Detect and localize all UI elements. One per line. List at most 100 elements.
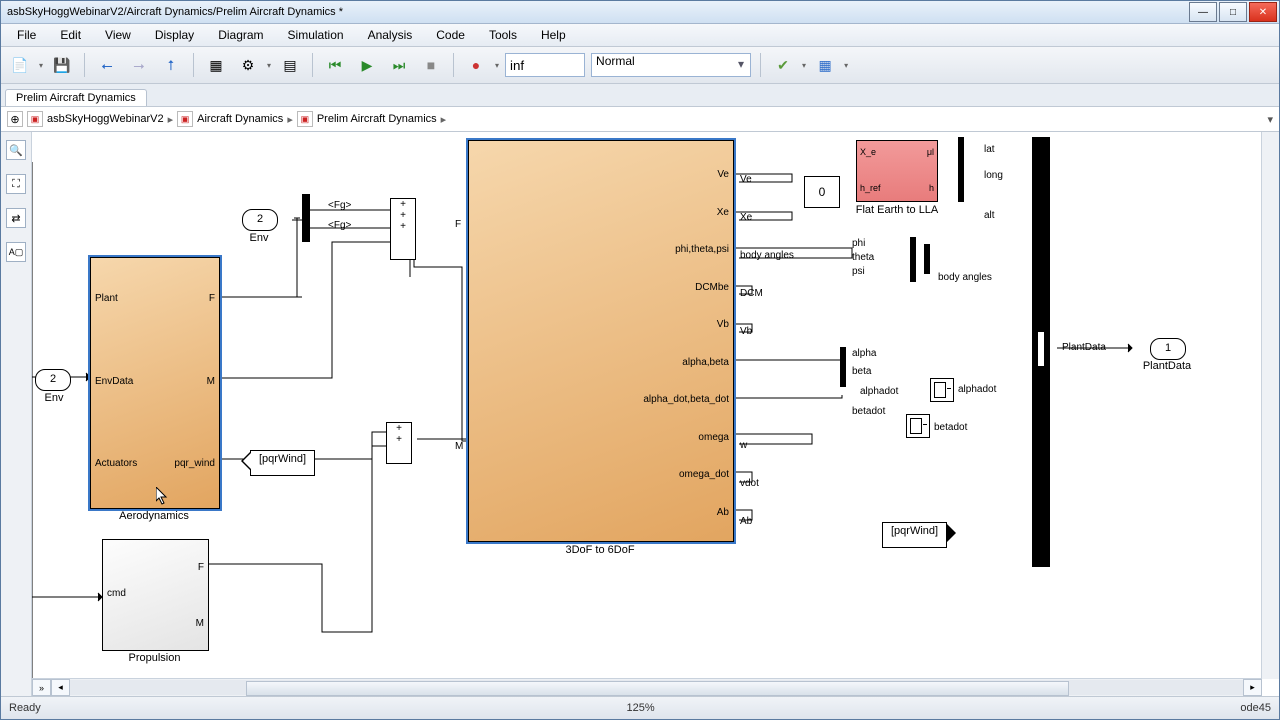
block-flat-earth-lla[interactable]: X_e h_ref μl h [856, 140, 938, 202]
library-browser-button[interactable]: ▦ [203, 52, 229, 78]
horizontal-scrollbar[interactable]: » ◂ ▸ [32, 678, 1262, 696]
menu-tools[interactable]: Tools [479, 26, 527, 44]
menu-simulation[interactable]: Simulation [278, 26, 354, 44]
record-button[interactable]: ● [463, 52, 489, 78]
window-buttons: — □ ✕ [1189, 2, 1277, 22]
breadcrumb-bar: ⊕ ▣ asbSkyHoggWebinarV2 ▸ ▣ Aircraft Dyn… [1, 107, 1279, 132]
menu-edit[interactable]: Edit [50, 26, 91, 44]
aero-in-envdata: EnvData [95, 376, 133, 387]
bus-label-ab: Ab [740, 516, 752, 527]
model-config-button[interactable]: ⚙ [235, 52, 261, 78]
breadcrumb-2[interactable]: Prelim Aircraft Dynamics [317, 113, 437, 125]
bus-selector-fg[interactable] [302, 194, 310, 242]
fit-view-button[interactable]: ⛶ [6, 174, 26, 194]
hide-nav-button[interactable]: ⊕ [7, 111, 23, 127]
tab-strip: Prelim Aircraft Dynamics [1, 84, 1279, 107]
selector-betadot[interactable] [906, 414, 930, 438]
close-button[interactable]: ✕ [1249, 2, 1277, 22]
inport-2-dup[interactable]: 2 [242, 209, 278, 231]
step-back-button[interactable]: ⏮ [322, 52, 348, 78]
sum-moments[interactable]: ++ [386, 422, 412, 464]
ang-out-label: body angles [938, 272, 992, 283]
build-button[interactable]: ▦ [812, 52, 838, 78]
menu-view[interactable]: View [95, 26, 141, 44]
inport-number: 2 [257, 213, 263, 225]
fe-out-h: h [929, 183, 934, 193]
zoom-tool-button[interactable]: 🔍 [6, 140, 26, 160]
update-diagram-button[interactable]: ✔ [770, 52, 796, 78]
selector-alphadot[interactable] [930, 378, 954, 402]
aero-in-actuators: Actuators [95, 458, 137, 469]
scroll-thumb[interactable] [246, 681, 1069, 696]
save-button[interactable]: 💾 [49, 52, 75, 78]
menu-analysis[interactable]: Analysis [358, 26, 423, 44]
3dof-out-ab2: Ab [717, 507, 729, 518]
model-explorer-button[interactable]: ▤ [277, 52, 303, 78]
bus-creator-slot [1038, 332, 1044, 366]
model-tab[interactable]: Prelim Aircraft Dynamics [5, 89, 147, 106]
run-button[interactable]: ▶ [354, 52, 380, 78]
step-forward-button[interactable]: ⏭ [386, 52, 412, 78]
demux-alphabeta[interactable] [840, 347, 846, 387]
sim-mode-select[interactable]: Normal [591, 53, 751, 77]
new-model-button[interactable]: 📄 [7, 52, 33, 78]
from-pqrwind[interactable]: [pqrWind] [250, 450, 315, 476]
goto-pqrwind[interactable]: [pqrWind] [882, 522, 947, 548]
forward-button[interactable]: ⭢ [126, 52, 152, 78]
scroll-left-button[interactable]: ◂ [51, 679, 70, 696]
annotation-button[interactable]: A▢ [6, 242, 26, 262]
scroll-right-button[interactable]: ▸ [1243, 679, 1262, 696]
block-3dof-6dof[interactable]: F M Ve Xe phi,theta,psi DCMbe Vb alpha,b… [468, 140, 734, 542]
constant-zero[interactable]: 0 [804, 176, 840, 208]
inport-env[interactable]: 2 [35, 369, 71, 391]
block-propulsion[interactable]: cmd F M [102, 539, 209, 651]
menu-code[interactable]: Code [426, 26, 475, 44]
outport-plantdata[interactable]: 1 [1150, 338, 1186, 360]
ang-psi: psi [852, 266, 865, 277]
separator [193, 53, 194, 77]
fg-label-1: <Fg> [328, 200, 351, 211]
demux-lla[interactable] [958, 137, 964, 202]
bus-label-ve: Ve [740, 174, 752, 185]
goto-tag-label: [pqrWind] [891, 525, 938, 537]
sum-forces[interactable]: +++ [390, 198, 416, 260]
alphadot-in-label: alphadot [860, 386, 898, 397]
prop-in-cmd: cmd [107, 588, 126, 599]
mux-angles-in[interactable] [910, 237, 916, 282]
breadcrumb-1[interactable]: Aircraft Dynamics [197, 113, 283, 125]
menu-help[interactable]: Help [531, 26, 576, 44]
menu-display[interactable]: Display [145, 26, 204, 44]
maximize-button[interactable]: □ [1219, 2, 1247, 22]
back-button[interactable]: ⭠ [94, 52, 120, 78]
alpha-label: alpha [852, 348, 876, 359]
fe-in-xe: X_e [860, 147, 876, 157]
beta-label: beta [852, 366, 871, 377]
breadcrumb-root[interactable]: asbSkyHoggWebinarV2 [47, 113, 164, 125]
betadot-out-label: betadot [934, 422, 967, 433]
sample-time-button[interactable]: ⇄ [6, 208, 26, 228]
canvas-area[interactable]: 2 Env Plant EnvData Actuators F M pqr_wi… [32, 132, 1279, 696]
stop-button[interactable]: ■ [418, 52, 444, 78]
breadcrumb-dropdown[interactable]: ▾ [1267, 113, 1273, 126]
model-canvas[interactable]: 2 Env Plant EnvData Actuators F M pqr_wi… [32, 132, 1279, 692]
status-solver[interactable]: ode45 [1240, 702, 1271, 714]
menu-diagram[interactable]: Diagram [208, 26, 273, 44]
block-aerodynamics[interactable]: Plant EnvData Actuators F M pqr_wind [90, 257, 220, 509]
scroll-track[interactable] [70, 680, 1243, 695]
scroll-expand-button[interactable]: » [32, 679, 51, 696]
vertical-scrollbar[interactable] [1261, 132, 1279, 679]
3dof-out-dcm: DCMbe [695, 282, 729, 293]
minimize-button[interactable]: — [1189, 2, 1217, 22]
status-zoom[interactable]: 125% [627, 702, 655, 714]
sim-mode-label: Normal [596, 54, 635, 68]
menu-file[interactable]: File [7, 26, 46, 44]
3dof-in-m: M [455, 441, 463, 452]
mux-angles-out[interactable] [924, 244, 930, 274]
outport-plantdata-label: PlantData [1132, 360, 1202, 372]
from-tag-label: [pqrWind] [259, 453, 306, 465]
separator [760, 53, 761, 77]
aero-out-pqrwind: pqr_wind [174, 458, 215, 469]
stop-time-input[interactable] [505, 53, 585, 77]
bus-label-vdot: vdot [740, 478, 759, 489]
up-button[interactable]: ⭡ [158, 52, 184, 78]
